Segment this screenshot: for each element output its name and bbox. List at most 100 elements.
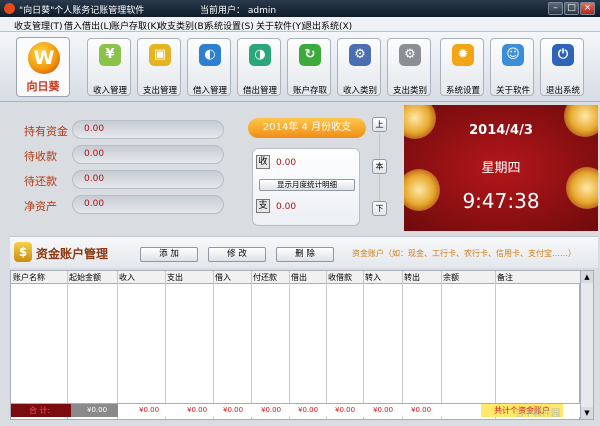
month-banner: 2014年 4 月份收支 [248,118,366,138]
toolbar-expense-category-button[interactable]: ⚙ 支出类别 [387,38,431,96]
column-divider [326,271,327,419]
column-divider [402,271,403,419]
menu-about[interactable]: 关于软件(Y) [256,19,305,32]
month-year: 2014 [262,122,289,133]
current-user-label: 当前用户： [200,6,246,16]
menu-income-expense[interactable]: 收支管理(T) [14,19,63,32]
borrow-globe-icon: ◐ [199,44,221,66]
maximize-button[interactable]: □ [564,2,579,15]
total-transfer-out-value: ¥0.00 [411,406,432,414]
total-label: 合 计: [11,404,71,417]
column-divider [495,271,496,419]
toolbar-about-button[interactable]: ☺ 关于软件 [490,38,534,96]
toolbar-account-button[interactable]: ↻ 账户存取 [287,38,331,96]
summary-value: 0.00 [84,174,105,184]
month-expense-value: 0.00 [276,202,297,212]
toolbar-expense-button[interactable]: ▣ 支出管理 [137,38,181,96]
toolbar-exit-button[interactable]: ⏻ 退出系统 [540,38,584,96]
column-divider [67,271,68,419]
toolbar-borrow-button[interactable]: ◐ 借入管理 [187,38,231,96]
column-header[interactable]: 付还款 [253,272,277,283]
toolbar-expense-category-label: 支出类别 [392,86,427,96]
monthly-card: 收 0.00 显示月度统计明细 支 0.00 [252,148,360,226]
summary-label: 持有资金 [24,125,68,138]
account-section-title: 资金账户管理 [36,247,109,261]
column-header[interactable]: 账户名称 [13,272,45,283]
summary-row-payable: 待还款 0.00 [10,170,250,189]
summary-label: 待还款 [24,175,57,188]
column-header[interactable]: 余额 [443,272,459,283]
total-borrow-value: ¥0.00 [223,406,244,414]
scroll-up-icon[interactable]: ▲ [581,271,593,283]
toolbar-expense-label: 支出管理 [142,86,177,96]
month-year-suffix: 年 [288,122,299,133]
window-title: "向日葵"个人账务记账管理软件 [19,6,145,16]
column-divider [363,271,364,419]
summary-row-net-assets: 净资产 0.00 [10,195,250,214]
next-month-button[interactable]: 下 [372,201,387,216]
toolbar: W 向日葵 ¥ 收入管理 ▣ 支出管理 ◐ 借入管理 ◑ 借出管理 ↻ 账户存取 ⚙ 收入类… [0,32,600,102]
menu-category[interactable]: 收支类别(B) [158,19,207,32]
menu-account[interactable]: 账户存取(K) [111,19,160,32]
income-badge-icon: 收 [256,155,270,169]
column-header[interactable]: 借出 [291,272,307,283]
account-toolbar: $ 资金账户管理 添 加 修 改 删 除 资金账户（如：现金、工行卡、农行卡、信… [10,236,598,268]
column-divider [441,271,442,419]
toolbar-income-label: 收入管理 [92,86,127,96]
summary-label: 净资产 [24,200,57,213]
current-month-button[interactable]: 本 [372,159,387,174]
toolbar-account-label: 账户存取 [292,86,327,96]
column-header[interactable]: 起始金额 [69,272,101,283]
menu-exit[interactable]: 退出系统(X) [303,19,352,32]
column-header[interactable]: 收入 [119,272,135,283]
show-monthly-detail-button[interactable]: 显示月度统计明细 [259,179,355,191]
toolbar-lend-button[interactable]: ◑ 借出管理 [237,38,281,96]
column-header[interactable]: 支出 [167,272,183,283]
scroll-down-icon[interactable]: ▼ [581,407,593,419]
minimize-button[interactable]: – [548,2,563,15]
account-table[interactable]: 账户名称 起始金额 收入 支出 借入 付还款 借出 收借款 转入 转出 余额 备… [10,270,581,420]
column-header[interactable]: 转入 [365,272,381,283]
clock-date: 2014/4/3 [469,123,533,138]
total-expense-value: ¥0.00 [187,406,208,414]
clock-time: 9:47:38 [462,189,540,213]
toolbar-income-category-button[interactable]: ⚙ 收入类别 [337,38,381,96]
month-suffix: 月份收支 [311,122,352,133]
title-bar: "向日葵"个人账务记账管理软件 当前用户： admin – □ × [0,0,600,17]
toolbar-exit-label: 退出系统 [545,86,580,96]
clock-weekday: 星期四 [481,161,521,176]
income-category-icon: ⚙ [349,44,371,66]
menu-bar: 收支管理(T) 借入借出(L) 账户存取(K) 收支类别(B) 系统设置(S) … [0,17,600,32]
toolbar-income-category-label: 收入类别 [342,86,377,96]
sunflower-logo-icon: W [28,42,60,74]
vertical-scrollbar[interactable]: ▲ ▼ [580,270,594,420]
total-income-value: ¥0.00 [139,406,160,414]
column-header[interactable]: 转出 [404,272,420,283]
column-divider [251,271,252,419]
column-header[interactable]: 借入 [215,272,231,283]
current-user-name: admin [247,6,277,16]
column-header[interactable]: 收借款 [328,272,352,283]
month-number: 4 [301,122,308,133]
column-divider [289,271,290,419]
total-repay-value: ¥0.00 [261,406,282,414]
clock-panel: 2014/4/3 星期四 9:47:38 [404,105,598,231]
toolbar-income-button[interactable]: ¥ 收入管理 [87,38,131,96]
add-account-button[interactable]: 添 加 [140,247,198,262]
expense-box-icon: ▣ [149,44,171,66]
edit-account-button[interactable]: 修 改 [208,247,266,262]
menu-settings[interactable]: 系统设置(S) [205,19,254,32]
column-divider [117,271,118,419]
prev-month-button[interactable]: 上 [372,117,387,132]
total-lend-value: ¥0.00 [298,406,319,414]
app-icon [4,3,15,14]
close-button[interactable]: × [580,2,595,15]
toolbar-settings-button[interactable]: ✹ 系统设置 [440,38,484,96]
column-header[interactable]: 备注 [497,272,513,283]
current-user: 当前用户： admin [200,3,276,16]
column-divider [213,271,214,419]
delete-account-button[interactable]: 删 除 [276,247,334,262]
table-total-row: 合 计: ¥0.00 ¥0.00 ¥0.00 ¥0.00 ¥0.00 ¥0.00… [11,403,581,417]
menu-borrow-lend[interactable]: 借入借出(L) [64,19,112,32]
watermark: 当下软件园 [515,409,561,419]
